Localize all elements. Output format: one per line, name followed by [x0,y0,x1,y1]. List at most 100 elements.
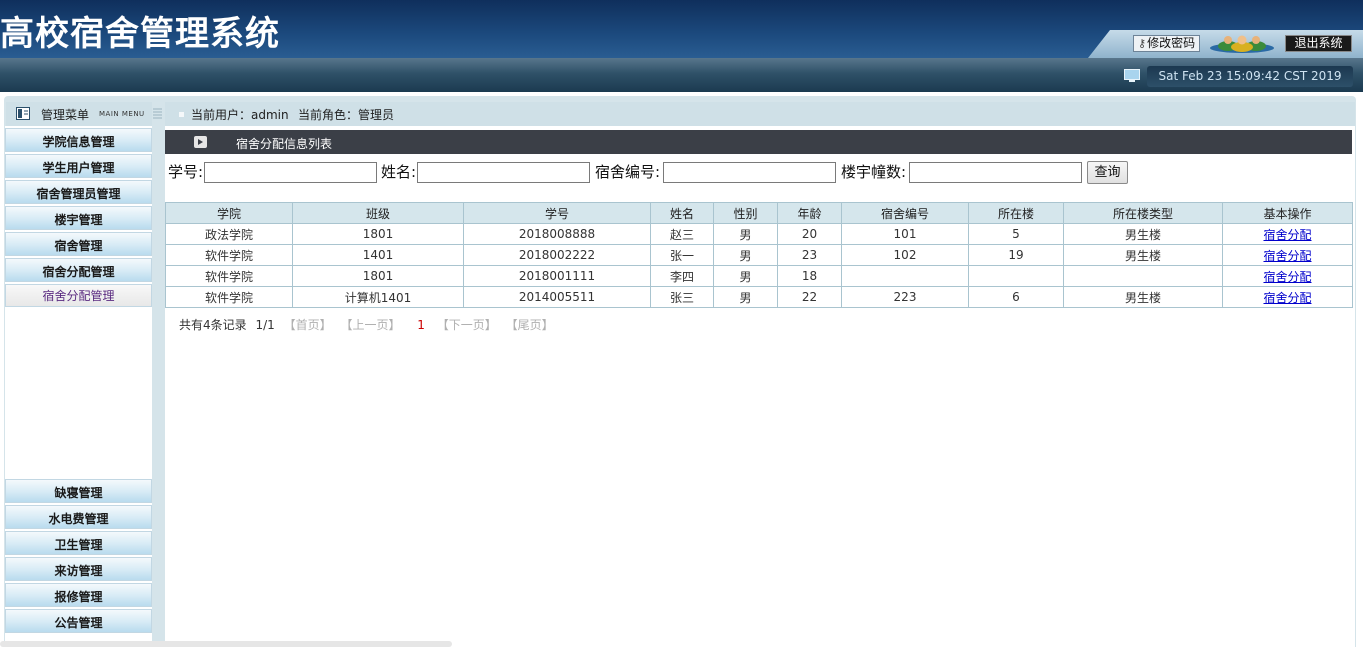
cell-class: 计算机1401 [292,286,464,308]
query-button[interactable]: 查询 [1087,161,1128,184]
cell-gender: 男 [713,265,778,287]
table-row: 政法学院 1801 2018008888 赵三 男 20 101 5 男生楼 宿… [165,223,1353,245]
app-title: 高校宿舍管理系统 [0,14,280,54]
dorm-no-input[interactable] [663,162,836,183]
collapse-handle-icon[interactable] [153,107,162,119]
sidebar-item-label: 报修管理 [54,590,103,604]
first-page-link[interactable]: 【首页】 [284,318,332,332]
sidebar-item-notice[interactable]: 公告管理 [5,609,152,633]
assign-dorm-link[interactable]: 宿舍分配 [1263,249,1311,263]
menu-header: 管理菜单 MAIN MENU [6,102,162,126]
sidebar-item-label: 楼宇管理 [54,213,103,227]
cell-name: 李四 [650,265,714,287]
change-password-button[interactable]: ⚷修改密码 [1133,35,1201,52]
cell-name: 张三 [650,286,714,308]
sidebar-item-hygiene[interactable]: 卫生管理 [5,531,152,555]
horizontal-scrollbar[interactable] [0,641,452,647]
users-icon [1210,35,1274,53]
cell-class: 1801 [292,265,464,287]
col-header: 班级 [292,202,464,224]
cell-age: 22 [777,286,842,308]
assign-dorm-link[interactable]: 宿舍分配 [1263,270,1311,284]
sidebar-item-dorm-admin[interactable]: 宿舍管理员管理 [5,180,152,204]
sidebar-subitem-dorm-assign[interactable]: 宿舍分配管理 [5,284,152,307]
sidebar-item-dorm[interactable]: 宿舍管理 [5,232,152,256]
sidebar-item-college[interactable]: 学院信息管理 [5,128,152,152]
current-user: 当前用户：admin [191,108,289,122]
sidebar-item-visitor[interactable]: 来访管理 [5,557,152,581]
sidebar-item-label: 宿舍分配管理 [42,265,115,279]
cell-dorm-no: 223 [841,286,969,308]
logout-button[interactable]: 退出系统 [1285,35,1352,52]
list-title-bar: 宿舍分配信息列表 [165,130,1352,154]
cell-building-type: 男生楼 [1063,244,1223,266]
cell-action: 宿舍分配 [1222,244,1353,266]
table-row: 软件学院 1801 2018001111 李四 男 18 宿舍分配 [165,265,1353,287]
sidebar-item-label: 水电费管理 [48,512,109,526]
assign-dorm-link[interactable]: 宿舍分配 [1263,291,1311,305]
cell-action: 宿舍分配 [1222,265,1353,287]
sidebar-item-dorm-assign[interactable]: 宿舍分配管理 [5,258,152,282]
table-header-row: 学院 班级 学号 姓名 性别 年龄 宿舍编号 所在楼 所在楼类型 基本操作 [165,202,1353,224]
name-input[interactable] [417,162,590,183]
cell-college: 软件学院 [165,286,293,308]
menu-icon [16,107,30,120]
sidebar-item-absence[interactable]: 缺寝管理 [5,479,152,503]
col-header: 所在楼类型 [1063,202,1223,224]
cell-gender: 男 [713,223,778,245]
bullet-icon [179,112,184,117]
sidebar-item-repair[interactable]: 报修管理 [5,583,152,607]
cell-building-type: 男生楼 [1063,286,1223,308]
sidebar-item-label: 宿舍管理 [54,239,103,253]
monitor-icon [1124,69,1140,82]
student-no-input[interactable] [204,162,377,183]
sidebar-item-building[interactable]: 楼宇管理 [5,206,152,230]
cell-class: 1801 [292,223,464,245]
col-header: 所在楼 [968,202,1064,224]
list-title: 宿舍分配信息列表 [236,137,333,151]
sidebar-item-label: 缺寝管理 [54,486,103,500]
col-header: 学院 [165,202,293,224]
cell-college: 政法学院 [165,223,293,245]
cell-gender: 男 [713,244,778,266]
sidebar-item-label: 卫生管理 [54,538,103,552]
col-header: 宿舍编号 [841,202,969,224]
pagination: 共有4条记录 1/1 【首页】 【上一页】 1 【下一页】 【尾页】 [179,316,559,333]
cell-action: 宿舍分配 [1222,286,1353,308]
col-header: 学号 [463,202,651,224]
building-input[interactable] [909,162,1082,183]
page-count: 1/1 [255,318,275,332]
sidebar-divider [152,126,165,647]
sidebar-item-utilities[interactable]: 水电费管理 [5,505,152,529]
menu-label: 管理菜单 [41,108,90,122]
menu-label-en: MAIN MENU [99,110,145,118]
name-label: 姓名: [381,163,417,181]
cell-student-no: 2014005511 [463,286,651,308]
cell-action: 宿舍分配 [1222,223,1353,245]
cell-student-no: 2018001111 [463,265,651,287]
col-header: 基本操作 [1222,202,1353,224]
cell-gender: 男 [713,286,778,308]
sidebar-item-student-user[interactable]: 学生用户管理 [5,154,152,178]
cell-building-type [1063,265,1223,287]
col-header: 性别 [713,202,778,224]
assign-dorm-link[interactable]: 宿舍分配 [1263,228,1311,242]
sidebar-item-label: 宿舍分配管理 [42,289,115,303]
cell-dorm-no [841,265,969,287]
sidebar-item-label: 学生用户管理 [42,161,115,175]
table-row: 软件学院 1401 2018002222 张一 男 23 102 19 男生楼 … [165,244,1353,266]
sidebar-item-label: 来访管理 [54,564,103,578]
sidebar-item-label: 公告管理 [54,616,103,630]
cell-class: 1401 [292,244,464,266]
cell-age: 23 [777,244,842,266]
prev-page-link[interactable]: 【上一页】 [340,318,400,332]
last-page-link[interactable]: 【尾页】 [506,318,554,332]
cell-name: 赵三 [650,223,714,245]
cell-dorm-no: 101 [841,223,969,245]
student-no-label: 学号: [168,163,204,181]
col-header: 年龄 [777,202,842,224]
next-page-link[interactable]: 【下一页】 [437,318,497,332]
current-role: 当前角色：管理员 [298,108,395,122]
dorm-no-label: 宿舍编号: [595,163,661,181]
cell-student-no: 2018008888 [463,223,651,245]
